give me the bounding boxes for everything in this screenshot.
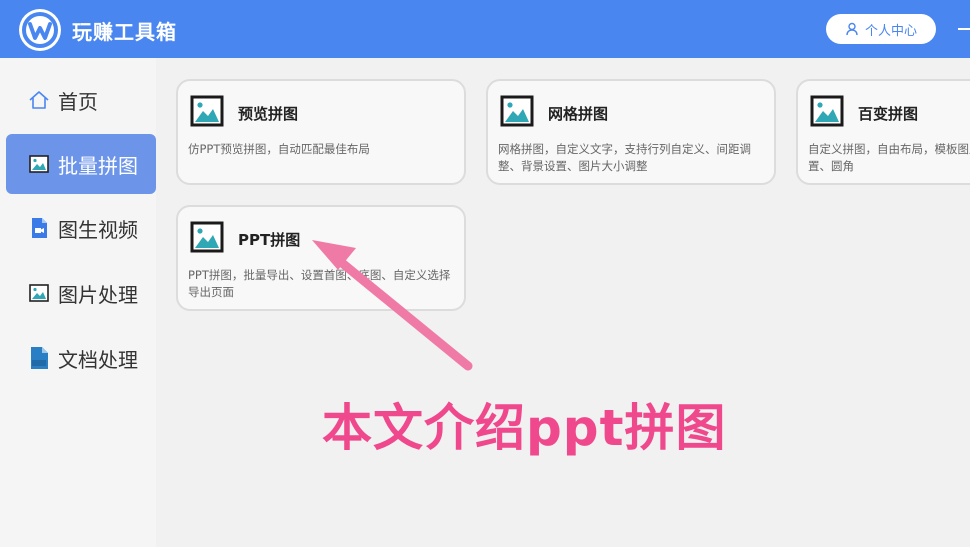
image-collage-icon (28, 153, 50, 175)
card-freeform-collage[interactable]: 百变拼图 自定义拼图，自由布局，模板图片大小调整、背景设置、圆角 (796, 79, 970, 185)
sidebar-item-label: 首页 (58, 89, 98, 114)
sidebar-item-home[interactable]: 首页 (6, 70, 156, 130)
sidebar-item-label: 文档处理 (58, 347, 138, 372)
doc-file-icon (28, 347, 50, 369)
image-icon (28, 282, 50, 304)
picture-icon (190, 95, 224, 127)
picture-icon (810, 95, 844, 127)
app-window: 玩赚工具箱 个人中心 首页 批量拼图 图生视频 图片处理 文档处理 预览拼图 仿… (0, 0, 970, 547)
sidebar-item-image-processing[interactable]: 图片处理 (6, 263, 156, 323)
card-grid-collage[interactable]: 网格拼图 网格拼图，自定义文字，支持行列自定义、间距调整、背景设置、图片大小调整 (486, 79, 776, 185)
picture-icon (190, 221, 224, 253)
sidebar-item-batch-collage[interactable]: 批量拼图 (6, 134, 156, 194)
app-title: 玩赚工具箱 (72, 20, 177, 44)
card-title: 预览拼图 (238, 105, 299, 123)
main-content: 预览拼图 仿PPT预览拼图，自动匹配最佳布局 网格拼图 网格拼图，自定义文字，支… (156, 58, 970, 547)
card-description: 网格拼图，自定义文字，支持行列自定义、间距调整、背景设置、图片大小调整 (498, 142, 751, 173)
sidebar-item-label: 批量拼图 (58, 153, 138, 178)
profile-center-button[interactable]: 个人中心 (826, 14, 936, 44)
annotation-caption: 本文介绍ppt拼图 (322, 399, 727, 457)
card-title: 网格拼图 (548, 105, 609, 123)
user-icon (845, 22, 859, 36)
minimize-button[interactable] (958, 28, 970, 30)
card-preview-collage[interactable]: 预览拼图 仿PPT预览拼图，自动匹配最佳布局 (176, 79, 466, 185)
sidebar-item-label: 图片处理 (58, 282, 138, 307)
card-ppt-collage[interactable]: PPT拼图 PPT拼图，批量导出、设置首图、底图、自定义选择导出页面 (176, 205, 466, 311)
sidebar-item-label: 图生视频 (58, 217, 138, 242)
sidebar-item-image-to-video[interactable]: 图生视频 (6, 198, 156, 258)
picture-icon (500, 95, 534, 127)
card-description: 仿PPT预览拼图，自动匹配最佳布局 (188, 142, 370, 156)
header-bar: 玩赚工具箱 个人中心 (0, 0, 970, 58)
card-description: PPT拼图，批量导出、设置首图、底图、自定义选择导出页面 (188, 268, 451, 299)
card-title: 百变拼图 (858, 105, 919, 123)
home-icon (28, 89, 50, 111)
video-file-icon (28, 217, 50, 239)
app-logo (19, 9, 61, 51)
sidebar: 首页 批量拼图 图生视频 图片处理 文档处理 (0, 58, 156, 547)
card-description: 自定义拼图，自由布局，模板图片大小调整、背景设置、圆角 (808, 142, 970, 173)
sidebar-item-document-processing[interactable]: 文档处理 (6, 328, 156, 388)
card-title: PPT拼图 (238, 231, 301, 249)
profile-center-label: 个人中心 (864, 23, 917, 39)
